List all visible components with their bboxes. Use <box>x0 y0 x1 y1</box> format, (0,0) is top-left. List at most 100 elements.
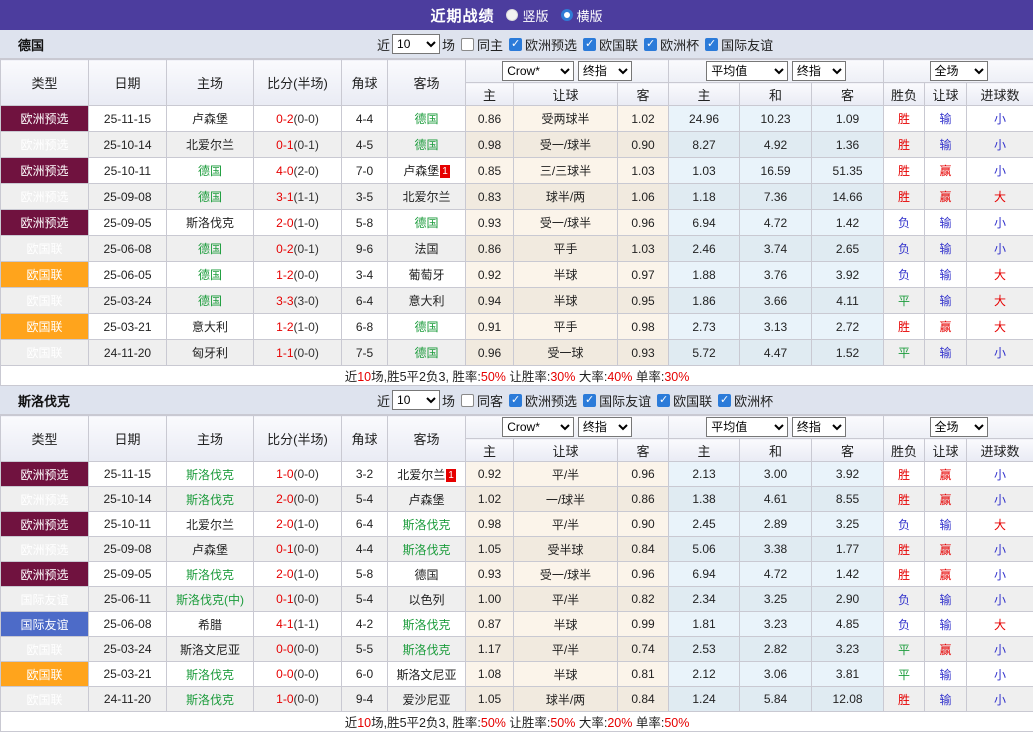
home-team: 德国 <box>167 184 254 210</box>
score-cell: 0-2(0-1) <box>254 236 342 262</box>
summary-segment: 50% <box>481 370 506 384</box>
league-checkbox-0-0[interactable]: ✓ <box>509 38 522 51</box>
vertical-layout-radio[interactable]: 竖版 <box>506 6 548 25</box>
same-venue-checkbox[interactable] <box>461 38 474 51</box>
match-date: 25-03-24 <box>89 288 167 314</box>
away-odds: 0.84 <box>618 687 669 712</box>
corner-count: 9-4 <box>342 687 388 712</box>
avg-away-odds: 3.92 <box>812 262 884 288</box>
vertical-layout-label: 竖版 <box>522 6 548 25</box>
league-checkbox-0-2[interactable]: ✓ <box>644 38 657 51</box>
league-checkbox-1-3[interactable]: ✓ <box>718 394 731 407</box>
home-odds: 0.86 <box>466 106 514 132</box>
league-type-badge: 欧国联 <box>1 687 89 712</box>
corner-count: 6-4 <box>342 288 388 314</box>
recent-count-select[interactable]: 10 <box>392 390 440 410</box>
away-team: 德国 <box>388 314 466 340</box>
final-odds-select[interactable]: 终指 <box>578 61 632 81</box>
match-date: 25-06-11 <box>89 587 167 612</box>
avg-draw-odds: 5.84 <box>740 687 812 712</box>
home-odds: 0.98 <box>466 132 514 158</box>
col-odds-home: 主 <box>466 439 514 462</box>
full-score: 0-0 <box>276 667 293 681</box>
scope-select[interactable]: 全场 <box>930 61 988 81</box>
avg-home-odds: 24.96 <box>669 106 740 132</box>
final-odds-select-2[interactable]: 终指 <box>792 61 846 81</box>
away-odds: 0.90 <box>618 132 669 158</box>
team-section-1: 斯洛伐克 近 10 场 同客 ✓欧洲预选✓国际友谊✓欧国联✓欧洲杯 类型 日期 … <box>0 386 1033 732</box>
away-team-name: 爱沙尼亚 <box>402 693 450 707</box>
average-header: 平均值 终指 <box>669 60 884 83</box>
league-checkbox-0-1[interactable]: ✓ <box>583 38 596 51</box>
corner-count: 5-5 <box>342 637 388 662</box>
same-venue-checkbox[interactable] <box>461 394 474 407</box>
match-result: 胜 <box>884 562 925 587</box>
final-odds-select-2[interactable]: 终指 <box>792 417 846 437</box>
final-odds-select[interactable]: 终指 <box>578 417 632 437</box>
away-team: 斯洛伐克 <box>388 537 466 562</box>
goals-result: 大 <box>967 184 1033 210</box>
goals-result: 大 <box>967 288 1033 314</box>
average-select[interactable]: 平均值 <box>706 61 788 81</box>
team-name-heading: 斯洛伐克 <box>18 391 70 410</box>
radio-selected-icon[interactable] <box>561 9 573 21</box>
score-cell: 2-0(0-0) <box>254 487 342 512</box>
match-date: 25-11-15 <box>89 462 167 487</box>
bookmaker-select[interactable]: Crow* <box>502 417 574 437</box>
home-team-name: 北爱尔兰 <box>186 138 234 152</box>
score-cell: 0-2(0-0) <box>254 106 342 132</box>
league-type-badge: 欧洲预选 <box>1 512 89 537</box>
away-team: 意大利 <box>388 288 466 314</box>
league-checkbox-1-2[interactable]: ✓ <box>657 394 670 407</box>
league-checkbox-1-1[interactable]: ✓ <box>583 394 596 407</box>
match-result: 胜 <box>884 132 925 158</box>
col-avg-draw: 和 <box>740 439 812 462</box>
handicap-result: 输 <box>925 340 967 366</box>
col-goals: 进球数 <box>967 439 1033 462</box>
league-type-badge: 欧国联 <box>1 314 89 340</box>
half-score: (1-0) <box>294 320 319 334</box>
recent-count-select[interactable]: 10 <box>392 34 440 54</box>
handicap-result: 赢 <box>925 184 967 210</box>
home-odds: 1.00 <box>466 587 514 612</box>
league-checkbox-1-0[interactable]: ✓ <box>509 394 522 407</box>
handicap-line: 平/半 <box>514 587 618 612</box>
match-row: 欧洲预选 25-11-15 卢森堡 0-2(0-0) 4-4 德国 0.86 受… <box>1 106 1033 132</box>
home-odds: 0.94 <box>466 288 514 314</box>
handicap-line: 受一/球半 <box>514 132 618 158</box>
horizontal-layout-radio[interactable]: 横版 <box>561 6 603 25</box>
away-odds: 0.98 <box>618 314 669 340</box>
col-handicap-result: 让球 <box>925 83 967 106</box>
bookmaker-select[interactable]: Crow* <box>502 61 574 81</box>
avg-draw-odds: 3.76 <box>740 262 812 288</box>
full-score: 2-0 <box>276 567 293 581</box>
home-team-name: 德国 <box>198 190 222 204</box>
handicap-line: 受一球 <box>514 340 618 366</box>
match-date: 25-06-05 <box>89 262 167 288</box>
scope-select[interactable]: 全场 <box>930 417 988 437</box>
radio-unselected-icon[interactable] <box>506 9 518 21</box>
away-team: 斯洛伐克 <box>388 612 466 637</box>
corner-count: 5-4 <box>342 587 388 612</box>
league-checkbox-0-3[interactable]: ✓ <box>705 38 718 51</box>
section-bar: 德国 近 10 场 同主 ✓欧洲预选✓欧国联✓欧洲杯✓国际友谊 <box>0 30 1033 59</box>
half-score: (1-0) <box>294 567 319 581</box>
avg-draw-odds: 4.47 <box>740 340 812 366</box>
average-select[interactable]: 平均值 <box>706 417 788 437</box>
col-odds-away: 客 <box>618 439 669 462</box>
red-card-badge: 1 <box>446 469 456 482</box>
match-result: 负 <box>884 262 925 288</box>
col-handicap: 让球 <box>514 439 618 462</box>
home-team: 斯洛伐克 <box>167 210 254 236</box>
avg-home-odds: 5.72 <box>669 340 740 366</box>
goals-result: 大 <box>967 612 1033 637</box>
corner-count: 4-4 <box>342 537 388 562</box>
goals-result: 小 <box>967 487 1033 512</box>
away-team-name: 以色列 <box>408 593 444 607</box>
avg-home-odds: 8.27 <box>669 132 740 158</box>
league-type-badge: 欧国联 <box>1 637 89 662</box>
avg-home-odds: 6.94 <box>669 210 740 236</box>
league-type-badge: 欧国联 <box>1 662 89 687</box>
match-date: 25-10-14 <box>89 132 167 158</box>
away-odds: 1.03 <box>618 158 669 184</box>
